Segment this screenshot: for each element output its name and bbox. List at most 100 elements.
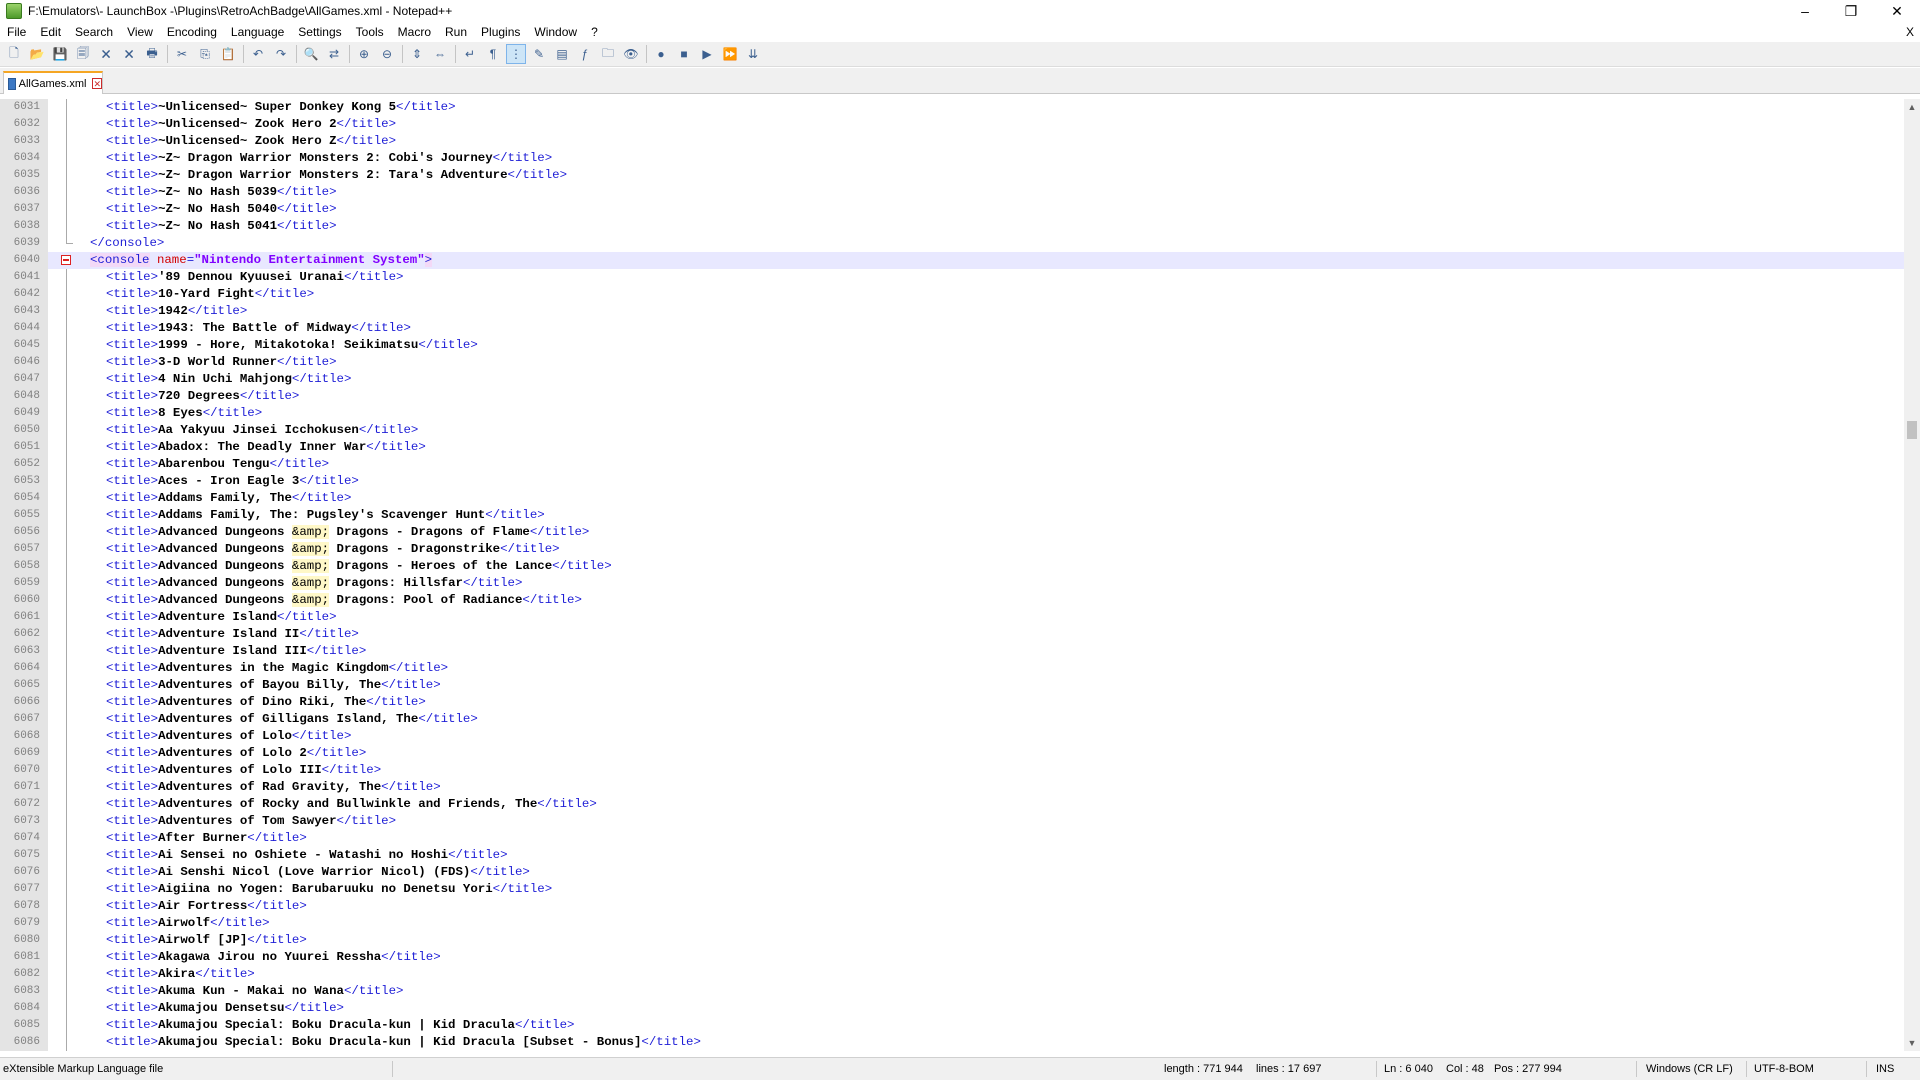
code-line[interactable]: 6043 <title>1942</title> [0,303,1904,320]
maximize-button[interactable]: ❐ [1828,0,1874,22]
code-line[interactable]: 6064 <title>Adventures in the Magic Kingd… [0,660,1904,677]
record-macro-icon[interactable]: ● [651,44,671,64]
folder-workspace-icon[interactable]: 🗀 [598,44,618,64]
code-line[interactable]: 6079 <title>Airwolf</title> [0,915,1904,932]
code-line[interactable]: 6067 <title>Adventures of Gilligans Islan… [0,711,1904,728]
code-line[interactable]: 6071 <title>Adventures of Rad Gravity, Th… [0,779,1904,796]
close-all-icon[interactable]: 🗙 [119,44,139,64]
code-line[interactable]: 6074 <title>After Burner</title> [0,830,1904,847]
code-line[interactable]: 6039 </console> [0,235,1904,252]
zoom-out-icon[interactable]: ⊖ [377,44,397,64]
code-line[interactable]: 6031 <title>~Unlicensed~ Super Donkey Kon… [0,99,1904,116]
vertical-scrollbar[interactable]: ▲ ▼ [1904,99,1920,1051]
zoom-in-icon[interactable]: ⊕ [354,44,374,64]
sync-horizontal-icon[interactable]: ⇔ [430,44,450,64]
save-macro-icon[interactable]: ⇊ [743,44,763,64]
menu-search[interactable]: Search [68,22,120,42]
menu-view[interactable]: View [120,22,160,42]
play-multiple-icon[interactable]: ⏩ [720,44,740,64]
menu-help[interactable]: ? [584,22,605,42]
code-line[interactable]: 6050 <title>Aa Yakyuu Jinsei Icchokusen</… [0,422,1904,439]
code-line[interactable]: 6033 <title>~Unlicensed~ Zook Hero Z</tit… [0,133,1904,150]
close-document-button[interactable]: X [1906,22,1914,42]
save-all-icon[interactable]: 🗐 [73,44,93,64]
find-icon[interactable]: 🔍 [301,44,321,64]
code-line[interactable]: 6034 <title>~Z~ Dragon Warrior Monsters 2… [0,150,1904,167]
scroll-up-arrow-icon[interactable]: ▲ [1904,99,1920,115]
fold-collapse-icon[interactable] [61,255,71,265]
menu-macro[interactable]: Macro [391,22,438,42]
code-line[interactable]: 6085 <title>Akumajou Special: Boku Dracul… [0,1017,1904,1034]
code-line[interactable]: 6038 <title>~Z~ No Hash 5041</title> [0,218,1904,235]
play-macro-icon[interactable]: ▶ [697,44,717,64]
code-line[interactable]: 6082 <title>Akira</title> [0,966,1904,983]
close-icon[interactable]: 🗙 [96,44,116,64]
menu-window[interactable]: Window [527,22,584,42]
copy-icon[interactable]: ⎘ [195,44,215,64]
code-line[interactable]: 6063 <title>Adventure Island III</title> [0,643,1904,660]
indent-guide-icon[interactable]: ⋮ [506,44,526,64]
code-line[interactable]: 6041 <title>'89 Dennou Kyuusei Uranai</ti… [0,269,1904,286]
udl-icon[interactable]: ✎ [529,44,549,64]
code-line[interactable]: 6069 <title>Adventures of Lolo 2</title> [0,745,1904,762]
tab-close-icon[interactable]: ✕ [92,78,102,89]
redo-icon[interactable]: ↷ [271,44,291,64]
code-line[interactable]: 6083 <title>Akuma Kun - Makai no Wana</ti… [0,983,1904,1000]
code-line[interactable]: 6065 <title>Adventures of Bayou Billy, Th… [0,677,1904,694]
menu-edit[interactable]: Edit [33,22,68,42]
status-encoding[interactable]: UTF-8-BOM [1754,1058,1814,1080]
tab-allgames-xml[interactable]: AllGames.xml ✕ [3,71,103,94]
code-line[interactable]: 6045 <title>1999 - Hore, Mitakotoka! Seik… [0,337,1904,354]
scroll-down-arrow-icon[interactable]: ▼ [1904,1035,1920,1051]
code-line[interactable]: 6047 <title>4 Nin Uchi Mahjong</title> [0,371,1904,388]
stop-macro-icon[interactable]: ■ [674,44,694,64]
code-line[interactable]: 6057 <title>Advanced Dungeons &amp; Drago… [0,541,1904,558]
code-line[interactable]: 6051 <title>Abadox: The Deadly Inner War<… [0,439,1904,456]
code-line[interactable]: 6073 <title>Adventures of Tom Sawyer</tit… [0,813,1904,830]
save-icon[interactable]: 💾 [50,44,70,64]
menu-file[interactable]: File [0,22,33,42]
code-line[interactable]: 6055 <title>Addams Family, The: Pugsley's… [0,507,1904,524]
notepadpp-app-icon[interactable] [6,3,22,19]
code-line[interactable]: 6037 <title>~Z~ No Hash 5040</title> [0,201,1904,218]
monitoring-icon[interactable]: 👁 [621,44,641,64]
show-all-chars-icon[interactable]: ¶ [483,44,503,64]
open-file-icon[interactable]: 📂 [27,44,47,64]
new-file-icon[interactable]: 🗋 [4,44,24,64]
scrollbar-thumb[interactable] [1907,421,1917,439]
function-list-icon[interactable]: ƒ [575,44,595,64]
menu-plugins[interactable]: Plugins [474,22,527,42]
code-line[interactable]: 6059 <title>Advanced Dungeons &amp; Drago… [0,575,1904,592]
menu-run[interactable]: Run [438,22,474,42]
code-line[interactable]: 6072 <title>Adventures of Rocky and Bullw… [0,796,1904,813]
print-icon[interactable]: 🖶 [142,44,162,64]
status-eol[interactable]: Windows (CR LF) [1646,1058,1733,1080]
code-line[interactable]: 6032 <title>~Unlicensed~ Zook Hero 2</tit… [0,116,1904,133]
code-line[interactable]: 6056 <title>Advanced Dungeons &amp; Drago… [0,524,1904,541]
replace-icon[interactable]: ⇄ [324,44,344,64]
doc-map-icon[interactable]: ▤ [552,44,572,64]
code-line[interactable]: 6076 <title>Ai Senshi Nicol (Love Warrior… [0,864,1904,881]
code-line[interactable]: 6044 <title>1943: The Battle of Midway</t… [0,320,1904,337]
code-line[interactable]: 6036 <title>~Z~ No Hash 5039</title> [0,184,1904,201]
code-line[interactable]: 6049 <title>8 Eyes</title> [0,405,1904,422]
minimize-button[interactable]: – [1782,0,1828,22]
code-line[interactable]: 6077 <title>Aigiina no Yogen: Barubaruuku… [0,881,1904,898]
undo-icon[interactable]: ↶ [248,44,268,64]
code-line[interactable]: 6062 <title>Adventure Island II</title> [0,626,1904,643]
code-line[interactable]: 6058 <title>Advanced Dungeons &amp; Drago… [0,558,1904,575]
code-line[interactable]: 6081 <title>Akagawa Jirou no Yuurei Ressh… [0,949,1904,966]
code-line[interactable]: 6066 <title>Adventures of Dino Riki, The<… [0,694,1904,711]
word-wrap-icon[interactable]: ↵ [460,44,480,64]
paste-icon[interactable]: 📋 [218,44,238,64]
sync-vertical-icon[interactable]: ⇕ [407,44,427,64]
code-line[interactable]: 6040 <console name="Nintendo Entertainmen… [0,252,1904,269]
code-line[interactable]: 6070 <title>Adventures of Lolo III</title… [0,762,1904,779]
code-line[interactable]: 6048 <title>720 Degrees</title> [0,388,1904,405]
code-line[interactable]: 6068 <title>Adventures of Lolo</title> [0,728,1904,745]
code-line[interactable]: 6042 <title>10-Yard Fight</title> [0,286,1904,303]
code-line[interactable]: 6086 <title>Akumajou Special: Boku Dracul… [0,1034,1904,1051]
text-editor[interactable]: 6031 <title>~Unlicensed~ Super Donkey Kon… [0,99,1904,1051]
code-line[interactable]: 6084 <title>Akumajou Densetsu</title> [0,1000,1904,1017]
code-line[interactable]: 6080 <title>Airwolf [JP]</title> [0,932,1904,949]
